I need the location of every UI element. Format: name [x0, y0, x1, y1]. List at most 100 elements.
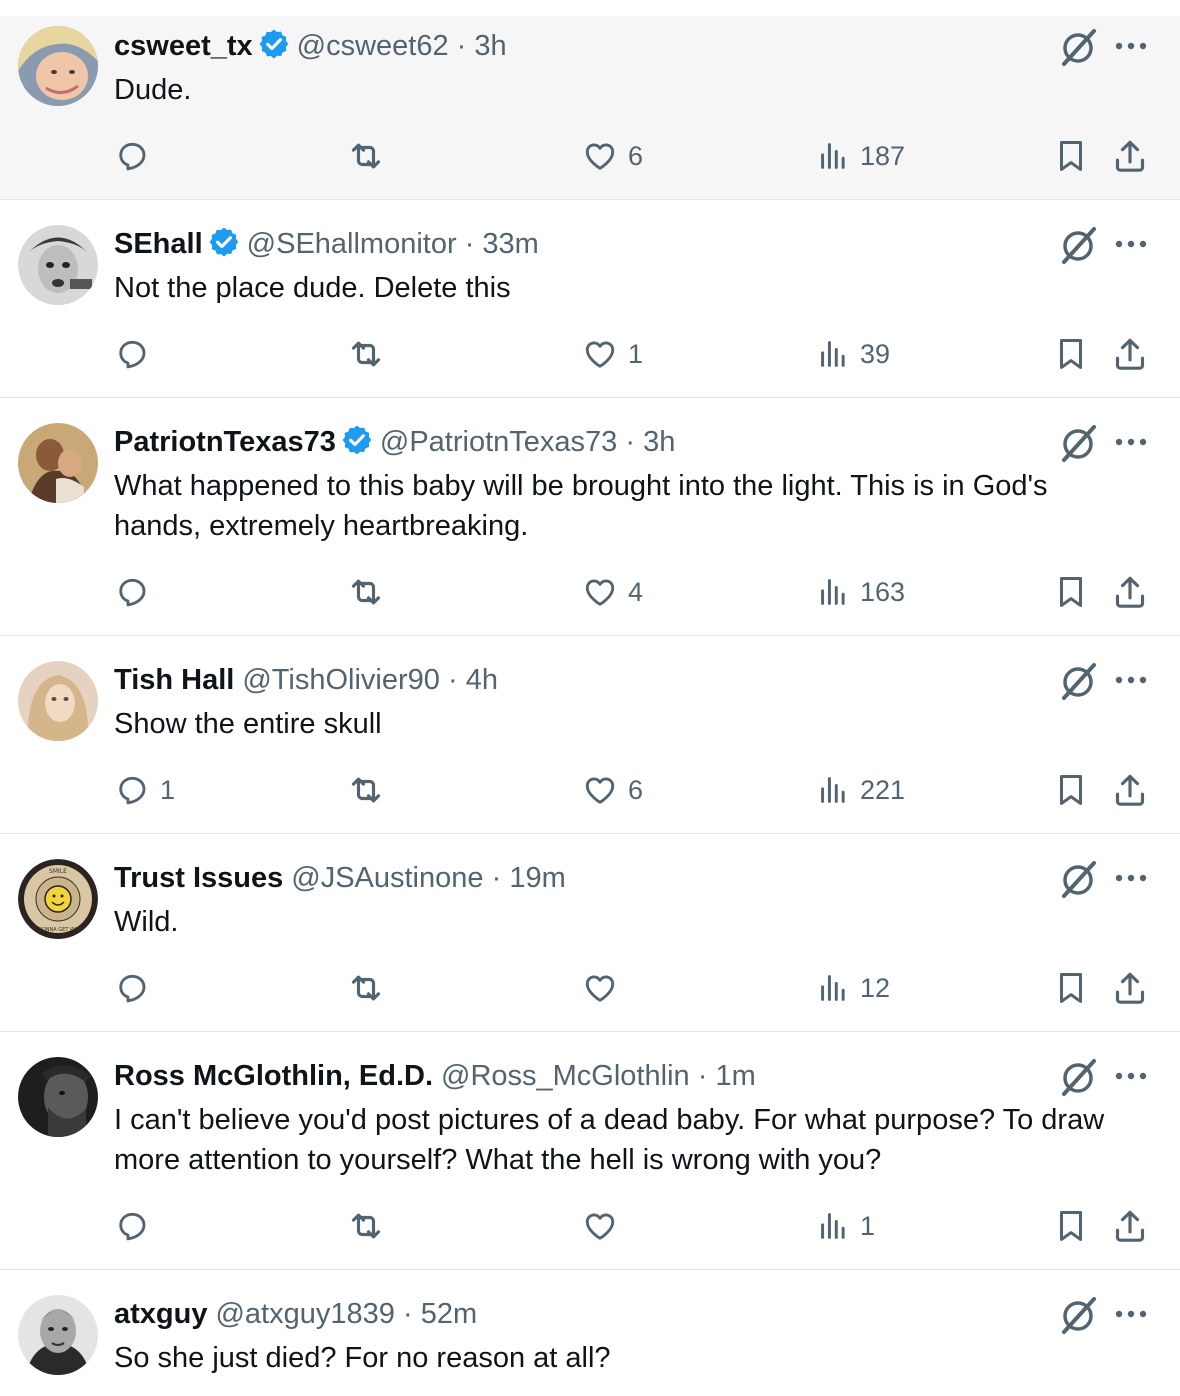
- grok-icon[interactable]: [1058, 660, 1100, 702]
- reply-button[interactable]: [114, 134, 160, 178]
- display-name[interactable]: atxguy: [114, 1298, 207, 1330]
- bookmark-button[interactable]: [1052, 966, 1090, 1010]
- avatar-motto-text: IT'S GONNA GET WORSE: [27, 927, 88, 933]
- like-button[interactable]: [582, 966, 628, 1010]
- bookmark-button[interactable]: [1052, 134, 1090, 178]
- reply-button[interactable]: [114, 966, 160, 1010]
- like-count: 4: [628, 576, 644, 607]
- reply-button[interactable]: [114, 570, 160, 614]
- timestamp[interactable]: 52m: [421, 1298, 477, 1330]
- tweet-text: So she just died? For no reason at all?: [114, 1342, 611, 1374]
- reply-icon: [119, 974, 146, 1003]
- view-count: 39: [860, 338, 891, 369]
- grok-icon[interactable]: [1058, 1056, 1100, 1098]
- tweet-2[interactable]: PatriotnTexas73 @PatriotnTexas73 · 3h Wha…: [0, 398, 1180, 636]
- retweet-button[interactable]: [346, 570, 386, 614]
- top-spacer: [0, 0, 1180, 16]
- retweet-button[interactable]: [346, 966, 386, 1010]
- views-button[interactable]: 1: [818, 1204, 875, 1248]
- avatar[interactable]: [18, 1295, 98, 1375]
- grok-icon[interactable]: [1058, 224, 1100, 266]
- tweet-4[interactable]: SMILE IT'S GONNA GET WORSE Trust Issues @…: [0, 834, 1180, 1032]
- handle[interactable]: @csweet62: [297, 30, 449, 62]
- share-button[interactable]: [1110, 570, 1150, 614]
- retweet-button[interactable]: [346, 768, 386, 812]
- more-icon[interactable]: [1112, 868, 1150, 888]
- bookmark-button[interactable]: [1052, 570, 1090, 614]
- display-name[interactable]: csweet_tx: [114, 30, 253, 62]
- timestamp[interactable]: 4h: [466, 664, 498, 696]
- verified-badge-icon: [340, 423, 374, 457]
- like-button[interactable]: 6: [582, 768, 643, 812]
- grok-icon[interactable]: [1058, 858, 1100, 900]
- handle[interactable]: @TishOlivier90: [242, 664, 440, 696]
- like-button[interactable]: 1: [582, 332, 643, 376]
- tweet-6[interactable]: atxguy @atxguy1839 · 52m So she just died…: [0, 1270, 1180, 1396]
- like-button[interactable]: 6: [582, 134, 643, 178]
- handle[interactable]: @PatriotnTexas73: [380, 426, 617, 458]
- grok-icon[interactable]: [1058, 422, 1100, 464]
- reply-button[interactable]: [114, 1204, 160, 1248]
- display-name[interactable]: Tish Hall: [114, 664, 234, 696]
- reply-button[interactable]: 1: [114, 768, 175, 812]
- display-name[interactable]: Trust Issues: [114, 862, 283, 894]
- tweet-text: Not the place dude. Delete this: [114, 272, 511, 304]
- handle[interactable]: @atxguy1839: [215, 1298, 394, 1330]
- like-button[interactable]: [582, 1204, 628, 1248]
- handle[interactable]: @JSAustinone: [291, 862, 483, 894]
- tweet-0[interactable]: csweet_tx @csweet62 · 3h Dude. 6 187: [0, 16, 1180, 200]
- avatar[interactable]: [18, 26, 98, 106]
- retweet-button[interactable]: [346, 134, 386, 178]
- grok-icon[interactable]: [1058, 1294, 1100, 1336]
- grok-icon[interactable]: [1058, 26, 1100, 68]
- separator-dot: ·: [402, 1298, 413, 1330]
- bookmark-button[interactable]: [1052, 1204, 1090, 1248]
- views-button[interactable]: 163: [818, 570, 905, 614]
- timestamp[interactable]: 1m: [715, 1060, 755, 1092]
- tweet-3[interactable]: Tish Hall @TishOlivier90 · 4h Show the en…: [0, 636, 1180, 834]
- share-button[interactable]: [1110, 1204, 1150, 1248]
- more-icon[interactable]: [1112, 670, 1150, 690]
- display-name[interactable]: PatriotnTexas73: [114, 426, 336, 458]
- more-icon[interactable]: [1112, 1304, 1150, 1324]
- avatar[interactable]: [18, 423, 98, 503]
- more-icon[interactable]: [1112, 1066, 1150, 1086]
- like-button[interactable]: 4: [582, 570, 643, 614]
- tweet-5[interactable]: Ross McGlothlin, Ed.D. @Ross_McGlothlin ·…: [0, 1032, 1180, 1270]
- timestamp[interactable]: 3h: [643, 426, 675, 458]
- more-icon[interactable]: [1112, 36, 1150, 56]
- retweet-button[interactable]: [346, 1204, 386, 1248]
- avatar[interactable]: [18, 225, 98, 305]
- bookmark-button[interactable]: [1052, 332, 1090, 376]
- retweet-button[interactable]: [346, 332, 386, 376]
- display-name[interactable]: Ross McGlothlin, Ed.D.: [114, 1060, 433, 1092]
- share-button[interactable]: [1110, 134, 1150, 178]
- avatar[interactable]: [18, 1057, 98, 1137]
- more-icon[interactable]: [1112, 234, 1150, 254]
- views-button[interactable]: 39: [818, 332, 890, 376]
- views-button[interactable]: 187: [818, 134, 905, 178]
- share-button[interactable]: [1110, 768, 1150, 812]
- more-icon[interactable]: [1112, 432, 1150, 452]
- like-count: 6: [628, 140, 644, 171]
- handle[interactable]: @SEhallmonitor: [247, 228, 457, 260]
- views-button[interactable]: 12: [818, 966, 890, 1010]
- like-icon: [585, 777, 615, 804]
- avatar[interactable]: [18, 661, 98, 741]
- share-button[interactable]: [1110, 332, 1150, 376]
- bookmark-button[interactable]: [1052, 768, 1090, 812]
- like-icon: [585, 975, 615, 1002]
- tweet-1[interactable]: SEhall @SEhallmonitor · 33m Not the place…: [0, 200, 1180, 398]
- timestamp[interactable]: 3h: [474, 30, 506, 62]
- views-icon: [821, 341, 845, 367]
- reply-button[interactable]: [114, 332, 160, 376]
- timestamp[interactable]: 19m: [509, 862, 565, 894]
- avatar[interactable]: SMILE IT'S GONNA GET WORSE: [18, 859, 98, 939]
- handle[interactable]: @Ross_McGlothlin: [441, 1060, 690, 1092]
- display-name[interactable]: SEhall: [114, 228, 203, 260]
- retweet-icon: [351, 341, 381, 367]
- share-button[interactable]: [1110, 966, 1150, 1010]
- like-count: 1: [628, 338, 644, 369]
- views-button[interactable]: 221: [818, 768, 905, 812]
- timestamp[interactable]: 33m: [482, 228, 538, 260]
